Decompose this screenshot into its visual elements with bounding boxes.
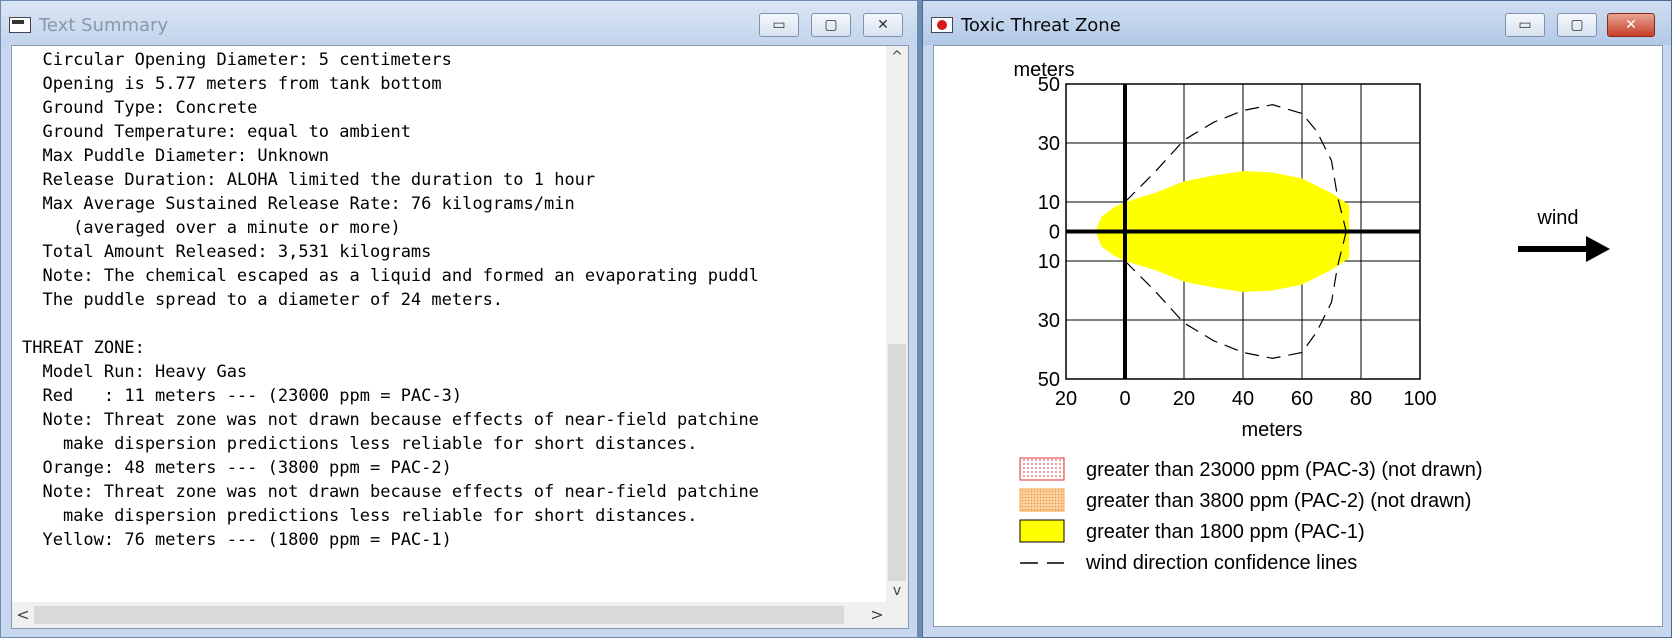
y-tick-label: 30: [1038, 133, 1060, 155]
summary-line: Circular Opening Diameter: 5 centimeters: [42, 50, 452, 70]
x-tick-label: 20: [1055, 388, 1077, 410]
y-tick-label: 50: [1038, 369, 1060, 391]
summary-line: Ground Type: Concrete: [42, 98, 258, 118]
summary-line: The puddle spread to a diameter of 24 me…: [42, 290, 504, 310]
maximize-button[interactable]: ▢: [811, 13, 851, 37]
horizontal-scrollbar[interactable]: < >: [12, 602, 888, 628]
summary-line: Release Duration: ALOHA limited the dura…: [42, 170, 596, 190]
title-bar[interactable]: Text Summary ▭ ▢ ✕: [1, 1, 917, 45]
summary-line: THREAT ZONE:: [22, 338, 145, 358]
x-tick-label: 60: [1291, 388, 1313, 410]
close-button[interactable]: ✕: [1607, 13, 1655, 37]
minimize-button[interactable]: ▭: [1505, 13, 1545, 37]
scroll-right-button[interactable]: >: [866, 602, 888, 628]
legend-label: greater than 3800 ppm (PAC-2) (not drawn…: [1086, 490, 1471, 512]
close-button[interactable]: ✕: [863, 13, 903, 37]
window-title: Toxic Threat Zone: [961, 15, 1121, 36]
summary-line: Note: The chemical escaped as a liquid a…: [42, 266, 759, 286]
summary-line: Orange: 48 meters --- (3800 ppm = PAC-2): [42, 458, 452, 478]
summary-text: Circular Opening Diameter: 5 centimeters…: [22, 46, 892, 604]
summary-line: Red : 11 meters --- (23000 ppm = PAC-3): [42, 386, 463, 406]
y-tick-label: 0: [1049, 222, 1060, 244]
y-tick-label: 10: [1038, 251, 1060, 273]
x-axis-label: meters: [1241, 419, 1302, 441]
vertical-scroll-thumb[interactable]: [888, 344, 906, 581]
legend-label: wind direction confidence lines: [1085, 552, 1357, 574]
horizontal-scroll-thumb[interactable]: [34, 606, 844, 624]
text-summary-window[interactable]: Text Summary ▭ ▢ ✕ Circular Opening Diam…: [0, 0, 918, 638]
summary-line: make dispersion predictions less reliabl…: [62, 506, 698, 526]
x-tick-label: 20: [1173, 388, 1195, 410]
summary-line: Max Average Sustained Release Rate: 76 k…: [42, 194, 575, 214]
minimize-button[interactable]: ▭: [759, 13, 799, 37]
legend-swatch-yellow: [1019, 519, 1065, 543]
x-tick-label: 0: [1119, 388, 1130, 410]
summary-line: make dispersion predictions less reliabl…: [62, 434, 698, 454]
summary-line: Model Run: Heavy Gas: [42, 362, 248, 382]
y-tick-label: 10: [1038, 192, 1060, 214]
summary-line: (averaged over a minute or more): [73, 218, 401, 238]
app-icon: [9, 17, 31, 33]
x-tick-label: 100: [1403, 388, 1436, 410]
resize-grip[interactable]: [886, 602, 908, 628]
x-tick-label: 80: [1350, 388, 1372, 410]
wind-label: wind: [1536, 207, 1578, 229]
wind-arrow-head: [1586, 236, 1610, 262]
legend-swatch-orange-dotted: [1019, 488, 1065, 512]
legend: greater than 23000 ppm (PAC-3) (not draw…: [1019, 457, 1483, 574]
scroll-left-button[interactable]: <: [12, 602, 34, 628]
summary-line: Note: Threat zone was not drawn because …: [42, 410, 759, 430]
summary-line: Max Puddle Diameter: Unknown: [42, 146, 330, 166]
maximize-button[interactable]: ▢: [1557, 13, 1597, 37]
legend-label: greater than 1800 ppm (PAC-1): [1086, 521, 1365, 543]
threat-zone-plot-pane: 20 0 20 40 60 80 100 50 30 10 0 10 30 50 meters meter…: [933, 45, 1663, 627]
summary-line: Opening is 5.77 meters from tank bottom: [42, 74, 442, 94]
summary-line: Note: Threat zone was not drawn because …: [42, 482, 759, 502]
legend-label: greater than 23000 ppm (PAC-3) (not draw…: [1086, 459, 1483, 481]
legend-swatch-red-dotted: [1019, 457, 1065, 481]
threat-zone-chart: 20 0 20 40 60 80 1005030100103050 meters meter…: [1013, 59, 1610, 574]
window-title: Text Summary: [39, 15, 169, 36]
summary-line: Ground Temperature: equal to ambient: [42, 122, 411, 142]
y-tick-label: 30: [1038, 310, 1060, 332]
scroll-down-button[interactable]: v: [886, 580, 908, 602]
toxic-threat-zone-window[interactable]: Toxic Threat Zone ▭ ▢ ✕ 20 0 20 40 60 80 100 50…: [922, 0, 1672, 638]
wind-arrow: wind: [1518, 207, 1610, 262]
title-bar[interactable]: Toxic Threat Zone ▭ ▢ ✕: [923, 1, 1671, 45]
y-axis-label: meters: [1013, 59, 1074, 81]
app-icon: [931, 17, 953, 33]
scroll-up-button[interactable]: ^: [886, 46, 908, 68]
summary-line: Yellow: 76 meters --- (1800 ppm = PAC-1): [42, 530, 452, 550]
vertical-scrollbar[interactable]: ^ v: [886, 46, 908, 602]
x-tick-label: 40: [1232, 388, 1254, 410]
text-summary-pane[interactable]: Circular Opening Diameter: 5 centimeters…: [11, 45, 909, 629]
summary-line: Total Amount Released: 3,531 kilograms: [42, 242, 432, 262]
